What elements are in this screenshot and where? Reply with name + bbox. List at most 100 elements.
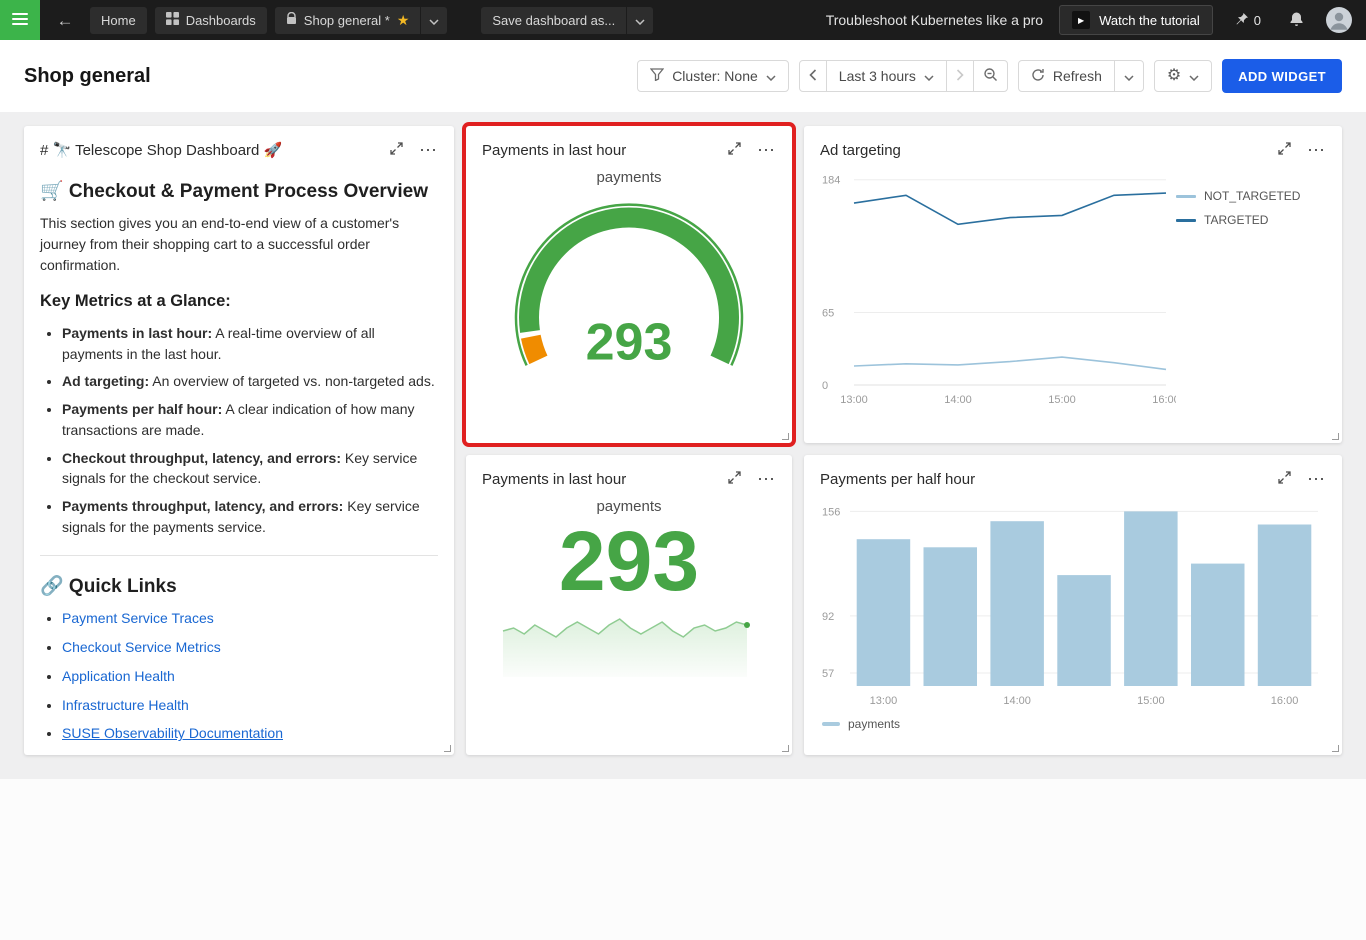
svg-text:13:00: 13:00 [840, 394, 868, 406]
page-title: Shop general [24, 64, 151, 87]
watch-tutorial-button[interactable]: ▶ Watch the tutorial [1059, 5, 1213, 35]
chevron-right-icon [956, 68, 964, 85]
list-item: Infrastructure Health [62, 695, 438, 716]
notifications-button[interactable] [1283, 10, 1310, 31]
expand-widget-button[interactable] [390, 142, 403, 157]
cluster-filter-button[interactable]: Cluster: None [637, 60, 789, 92]
hamburger-menu-button[interactable] [0, 0, 40, 40]
list-item: SUSE Observability Documentation [62, 723, 438, 744]
dashboard-canvas: # 🔭 Telescope Shop Dashboard 🚀 ⋯ 🛒 Check… [0, 112, 1366, 779]
widget-payments-in-last-hour-number: Payments in last hour ⋯ payments 293 [466, 455, 792, 755]
link-application-health[interactable]: Application Health [62, 668, 175, 684]
widget-menu-button[interactable]: ⋯ [757, 470, 776, 488]
nav-home[interactable]: Home [90, 6, 147, 34]
widget-ad-targeting: Ad targeting ⋯ 184 65 0 13:00 14:00 15:00 16:0… [804, 126, 1342, 443]
time-range-group: Last 3 hours [798, 60, 1008, 92]
funnel-icon [649, 68, 665, 84]
save-dashboard-as-button[interactable]: Save dashboard as... [481, 6, 627, 34]
expand-icon [390, 142, 403, 158]
bell-icon [1289, 12, 1304, 30]
resize-handle[interactable] [782, 745, 789, 752]
series-label: payments [596, 169, 662, 186]
dashboard-switch-chevron[interactable] [421, 6, 448, 34]
zoom-out-icon [983, 67, 998, 86]
link-suse-observability-documentation[interactable]: SUSE Observability Documentation [62, 725, 283, 741]
topbar: ← Home Dashboards Shop general * ★ Save … [0, 0, 1366, 40]
resize-handle[interactable] [782, 433, 789, 440]
legend-item-targeted[interactable]: TARGETED [1176, 213, 1326, 227]
time-back-button[interactable] [798, 60, 827, 92]
grid-icon [165, 12, 179, 28]
ellipsis-icon: ⋯ [419, 140, 438, 160]
back-arrow-icon: ← [56, 10, 74, 30]
widget-telescope-shop-dashboard: # 🔭 Telescope Shop Dashboard 🚀 ⋯ 🛒 Check… [24, 126, 454, 755]
resize-handle[interactable] [1332, 745, 1339, 752]
list-item: Application Health [62, 666, 438, 687]
time-forward-button[interactable] [945, 60, 974, 92]
widget-menu-button[interactable]: ⋯ [419, 141, 438, 159]
expand-widget-button[interactable] [728, 142, 741, 157]
nav-dashboards[interactable]: Dashboards [154, 6, 267, 34]
zoom-out-button[interactable] [972, 60, 1008, 92]
widget-menu-button[interactable]: ⋯ [1307, 470, 1326, 488]
list-item: Payments in last hour: A real-time overv… [62, 323, 438, 364]
user-avatar[interactable] [1326, 7, 1352, 33]
pinned-items-button[interactable]: 0 [1229, 11, 1267, 30]
legend-swatch [1176, 218, 1196, 222]
save-options-chevron[interactable] [627, 6, 654, 34]
expand-icon [728, 142, 741, 158]
play-icon: ▶ [1072, 11, 1091, 29]
back-button[interactable]: ← [48, 0, 82, 40]
refresh-button[interactable]: Refresh [1017, 60, 1115, 92]
widget-title: # 🔭 Telescope Shop Dashboard 🚀 [40, 142, 283, 159]
pin-icon [1235, 12, 1249, 29]
add-widget-button[interactable]: ADD WIDGET [1222, 59, 1342, 93]
lock-icon [286, 11, 297, 28]
expand-widget-button[interactable] [1278, 142, 1291, 157]
svg-text:57: 57 [822, 668, 834, 680]
section-heading: 🛒 Checkout & Payment Process Overview [40, 181, 428, 202]
resize-handle[interactable] [444, 745, 451, 752]
list-item: Payments per half hour: A clear indicati… [62, 399, 438, 440]
list-item: Ad targeting: An overview of targeted vs… [62, 371, 438, 392]
header-controls: Cluster: None Last 3 hours Refresh ⚙ ADD… [637, 59, 1342, 93]
topbar-right: Troubleshoot Kubernetes like a pro ▶ Wat… [826, 5, 1352, 35]
expand-widget-button[interactable] [728, 471, 741, 486]
payments-value: 293 [558, 514, 700, 608]
time-range-button[interactable]: Last 3 hours [825, 60, 947, 92]
expand-icon [728, 471, 741, 487]
svg-text:15:00: 15:00 [1048, 394, 1076, 406]
chevron-down-icon [1189, 68, 1199, 84]
current-dashboard-button[interactable]: Shop general * ★ [274, 6, 421, 34]
dashboard-settings-button[interactable]: ⚙ [1153, 60, 1213, 92]
payments-bar-chart: 156 92 57 13:00 14:00 15:00 16:00 [820, 488, 1326, 712]
refresh-options-chevron[interactable] [1113, 60, 1144, 92]
svg-text:0: 0 [822, 380, 828, 392]
save-dashboard-as-label: Save dashboard as... [492, 12, 616, 28]
gear-icon: ⚙ [1166, 67, 1182, 84]
link-infrastructure-health[interactable]: Infrastructure Health [62, 697, 189, 713]
widget-menu-button[interactable]: ⋯ [1307, 141, 1326, 159]
svg-text:293: 293 [586, 314, 673, 372]
widget-title: Payments in last hour [482, 470, 627, 488]
time-range-label: Last 3 hours [838, 68, 916, 84]
expand-widget-button[interactable] [1278, 471, 1291, 486]
refresh-label: Refresh [1052, 68, 1102, 84]
chevron-down-icon [924, 68, 934, 84]
ellipsis-icon: ⋯ [757, 469, 776, 489]
favorite-star-icon[interactable]: ★ [397, 13, 410, 27]
ad-targeting-chart: 184 65 0 13:00 14:00 15:00 16:00 [820, 159, 1180, 411]
svg-text:14:00: 14:00 [1003, 695, 1031, 707]
list-item: Payments throughput, latency, and errors… [62, 496, 438, 537]
watch-tutorial-label: Watch the tutorial [1099, 12, 1200, 28]
current-dashboard-group: Shop general * ★ [274, 6, 448, 34]
svg-text:16:00: 16:00 [1152, 394, 1176, 406]
link-checkout-service-metrics[interactable]: Checkout Service Metrics [62, 639, 221, 655]
svg-text:184: 184 [822, 175, 840, 187]
svg-text:16:00: 16:00 [1271, 695, 1299, 707]
link-payment-service-traces[interactable]: Payment Service Traces [62, 610, 214, 626]
legend-item-not-targeted[interactable]: NOT_TARGETED [1176, 189, 1326, 203]
widget-payments-per-half-hour: Payments per half hour ⋯ 156 92 57 13:00 14:… [804, 455, 1342, 755]
widget-menu-button[interactable]: ⋯ [757, 141, 776, 159]
resize-handle[interactable] [1332, 433, 1339, 440]
